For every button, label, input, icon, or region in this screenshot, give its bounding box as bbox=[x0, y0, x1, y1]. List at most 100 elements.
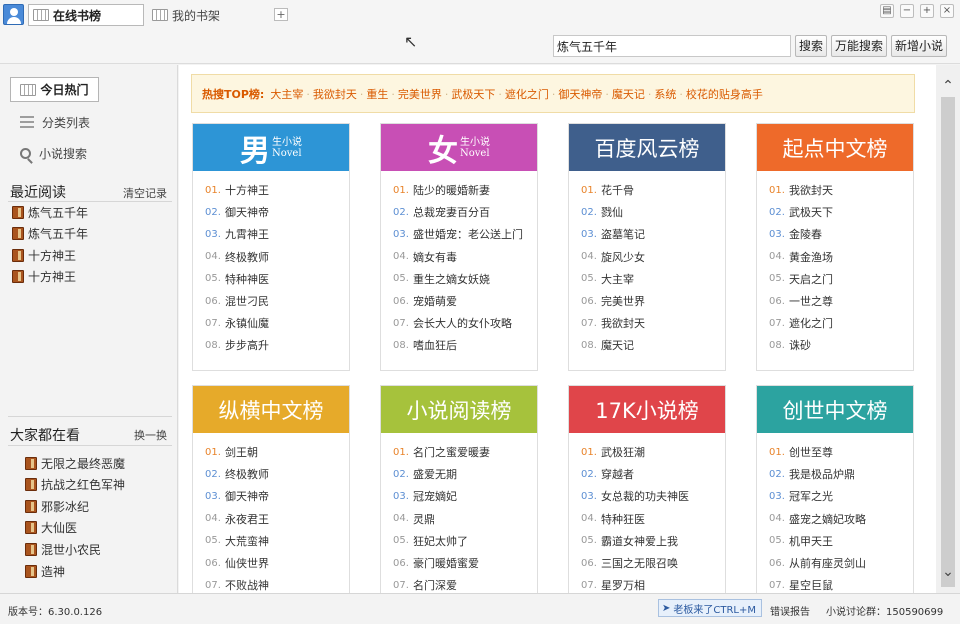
board-list-item[interactable]: 01. 创世至尊 bbox=[769, 441, 913, 463]
board-header[interactable]: 小说阅读榜 bbox=[381, 386, 537, 433]
board-list-item[interactable]: 05. 重生之嫡女妖娆 bbox=[393, 268, 537, 290]
hot-keyword-link[interactable]: 重生 bbox=[366, 88, 388, 101]
minimize-icon[interactable]: − bbox=[900, 4, 914, 18]
board-list-item[interactable]: 06. 仙侠世界 bbox=[205, 552, 349, 574]
board-list-item[interactable]: 01. 十方神王 bbox=[205, 179, 349, 201]
watching-book-item[interactable]: 无限之最终恶魔 bbox=[25, 454, 125, 472]
board-list-item[interactable]: 03. 冠军之光 bbox=[769, 485, 913, 507]
board-header[interactable]: 男生小说 Novel bbox=[193, 124, 349, 171]
tab-my-bookshelf[interactable]: 我的书架 bbox=[152, 4, 262, 26]
board-list-item[interactable]: 04. 终极教师 bbox=[205, 246, 349, 268]
watching-book-item[interactable]: 抗战之红色军神 bbox=[25, 476, 125, 494]
board-list-item[interactable]: 03. 盗墓笔记 bbox=[581, 223, 725, 245]
tab-online-rankings[interactable]: 在线书榜 bbox=[28, 4, 144, 26]
add-tab-button[interactable]: + bbox=[274, 8, 288, 21]
refresh-link[interactable]: 换一换 bbox=[134, 427, 167, 443]
board-list-item[interactable]: 07. 会长大人的女仆攻略 bbox=[393, 312, 537, 334]
board-list-item[interactable]: 04. 旋风少女 bbox=[581, 246, 725, 268]
board-list-item[interactable]: 03. 九霄神王 bbox=[205, 223, 349, 245]
recent-book-item[interactable]: 十方神王 bbox=[12, 268, 76, 286]
board-list-item[interactable]: 07. 不败战神 bbox=[205, 574, 349, 593]
scrollbar-thumb[interactable] bbox=[941, 97, 955, 587]
board-list-item[interactable]: 05. 特种神医 bbox=[205, 268, 349, 290]
recent-book-item[interactable]: 十方神王 bbox=[12, 246, 76, 264]
error-report-link[interactable]: 错误报告 bbox=[770, 603, 810, 618]
board-list-item[interactable]: 05. 机甲天王 bbox=[769, 530, 913, 552]
board-list-item[interactable]: 01. 名门之蜜爱暖妻 bbox=[393, 441, 537, 463]
board-list-item[interactable]: 04. 特种狂医 bbox=[581, 508, 725, 530]
board-list-item[interactable]: 06. 从前有座灵剑山 bbox=[769, 552, 913, 574]
board-list-item[interactable]: 05. 天启之门 bbox=[769, 268, 913, 290]
watching-book-item[interactable]: 大仙医 bbox=[25, 519, 77, 537]
hot-keyword-link[interactable]: 完美世界 bbox=[398, 88, 442, 101]
board-list-item[interactable]: 08. 诛砂 bbox=[769, 334, 913, 356]
vertical-scrollbar[interactable]: ⌃ ⌄ bbox=[936, 65, 960, 593]
board-header[interactable]: 17K小说榜 bbox=[569, 386, 725, 433]
category-list-link[interactable]: 分类列表 bbox=[20, 113, 90, 131]
board-list-item[interactable]: 06. 完美世界 bbox=[581, 290, 725, 312]
watching-book-item[interactable]: 混世小农民 bbox=[25, 540, 101, 558]
board-header[interactable]: 起点中文榜 bbox=[757, 124, 913, 171]
scroll-up-icon[interactable]: ⌃ bbox=[936, 75, 960, 97]
board-list-item[interactable]: 07. 名门深爱 bbox=[393, 574, 537, 593]
board-list-item[interactable]: 02. 总裁宠妻百分百 bbox=[393, 201, 537, 223]
hot-keyword-link[interactable]: 武极天下 bbox=[451, 88, 495, 101]
board-list-item[interactable]: 06. 豪门暖婚蜜爱 bbox=[393, 552, 537, 574]
board-list-item[interactable]: 02. 御天神帝 bbox=[205, 201, 349, 223]
board-list-item[interactable]: 03. 冠宠嫡妃 bbox=[393, 485, 537, 507]
novel-search-link[interactable]: 小说搜索 bbox=[20, 144, 87, 162]
board-list-item[interactable]: 06. 三国之无限召唤 bbox=[581, 552, 725, 574]
hot-keyword-link[interactable]: 我欲封天 bbox=[313, 88, 357, 101]
board-list-item[interactable]: 05. 大荒蛮神 bbox=[205, 530, 349, 552]
board-list-item[interactable]: 08. 魔天记 bbox=[581, 334, 725, 356]
today-hot-button[interactable]: 今日热门 bbox=[10, 77, 99, 102]
board-list-item[interactable]: 01. 花千骨 bbox=[581, 179, 725, 201]
board-list-item[interactable]: 08. 嗜血狂后 bbox=[393, 334, 537, 356]
recent-book-item[interactable]: 炼气五千年 bbox=[12, 203, 88, 221]
board-list-item[interactable]: 04. 永夜君王 bbox=[205, 508, 349, 530]
board-list-item[interactable]: 03. 盛世婚宠：老公送上门 bbox=[393, 223, 537, 245]
board-list-item[interactable]: 05. 霸道女神爱上我 bbox=[581, 530, 725, 552]
board-list-item[interactable]: 06. 宠婚萌爱 bbox=[393, 290, 537, 312]
board-list-item[interactable]: 02. 盛爱无期 bbox=[393, 463, 537, 485]
hot-keyword-link[interactable]: 大主宰 bbox=[270, 88, 303, 101]
hot-keyword-link[interactable]: 系统 bbox=[654, 88, 676, 101]
board-list-item[interactable]: 01. 陆少的暖婚新妻 bbox=[393, 179, 537, 201]
board-list-item[interactable]: 02. 戮仙 bbox=[581, 201, 725, 223]
board-list-item[interactable]: 05. 狂妃太帅了 bbox=[393, 530, 537, 552]
maximize-icon[interactable]: + bbox=[920, 4, 934, 18]
search-button[interactable]: 搜索 bbox=[795, 35, 827, 57]
board-header[interactable]: 创世中文榜 bbox=[757, 386, 913, 433]
board-header[interactable]: 女生小说 Novel bbox=[381, 124, 537, 171]
board-list-item[interactable]: 01. 武极狂潮 bbox=[581, 441, 725, 463]
hot-keyword-link[interactable]: 御天神帝 bbox=[558, 88, 602, 101]
board-list-item[interactable]: 07. 星空巨鼠 bbox=[769, 574, 913, 593]
boss-key-button[interactable]: ➤ 老板来了CTRL+M bbox=[658, 599, 762, 617]
board-list-item[interactable]: 06. 一世之尊 bbox=[769, 290, 913, 312]
board-list-item[interactable]: 08. 步步高升 bbox=[205, 334, 349, 356]
hot-keyword-link[interactable]: 魔天记 bbox=[612, 88, 645, 101]
board-header[interactable]: 纵横中文榜 bbox=[193, 386, 349, 433]
board-list-item[interactable]: 04. 盛宠之嫡妃攻略 bbox=[769, 508, 913, 530]
board-list-item[interactable]: 07. 我欲封天 bbox=[581, 312, 725, 334]
close-icon[interactable]: × bbox=[940, 4, 954, 18]
clear-history-link[interactable]: 清空记录 bbox=[123, 185, 167, 201]
board-list-item[interactable]: 02. 我是极品炉鼎 bbox=[769, 463, 913, 485]
board-list-item[interactable]: 07. 永镇仙魔 bbox=[205, 312, 349, 334]
board-header[interactable]: 百度风云榜 bbox=[569, 124, 725, 171]
scroll-down-icon[interactable]: ⌄ bbox=[936, 561, 960, 583]
recent-book-item[interactable]: 炼气五千年 bbox=[12, 225, 88, 243]
hot-keyword-link[interactable]: 遮化之门 bbox=[505, 88, 549, 101]
board-list-item[interactable]: 05. 大主宰 bbox=[581, 268, 725, 290]
board-list-item[interactable]: 07. 遮化之门 bbox=[769, 312, 913, 334]
board-list-item[interactable]: 02. 武极天下 bbox=[769, 201, 913, 223]
hot-keyword-link[interactable]: 校花的贴身高手 bbox=[686, 88, 763, 101]
power-search-button[interactable]: 万能搜索 bbox=[831, 35, 887, 57]
board-list-item[interactable]: 07. 星罗万相 bbox=[581, 574, 725, 593]
board-list-item[interactable]: 02. 终极教师 bbox=[205, 463, 349, 485]
board-list-item[interactable]: 03. 女总裁的功夫神医 bbox=[581, 485, 725, 507]
board-list-item[interactable]: 04. 黄金渔场 bbox=[769, 246, 913, 268]
menu-icon[interactable]: ▤ bbox=[880, 4, 894, 18]
board-list-item[interactable]: 02. 穿越者 bbox=[581, 463, 725, 485]
board-list-item[interactable]: 06. 混世刁民 bbox=[205, 290, 349, 312]
